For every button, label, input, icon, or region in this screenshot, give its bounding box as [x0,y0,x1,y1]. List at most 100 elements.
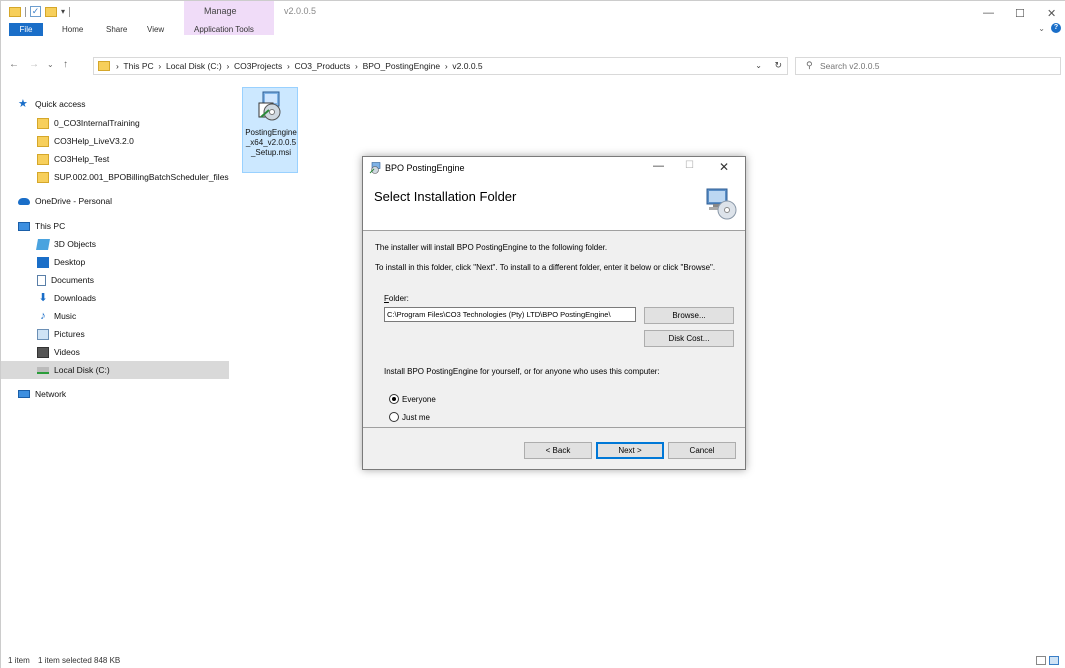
back-button[interactable]: < Back [524,442,592,459]
cancel-button[interactable]: Cancel [668,442,736,459]
radio-button[interactable] [389,412,399,422]
quick-access-toolbar: ✓ ▾ [9,6,71,17]
music-note-icon: ♪ [40,309,46,322]
nav-pictures[interactable]: Pictures [1,325,229,343]
nav-desktop[interactable]: Desktop [1,253,229,271]
folder-icon [98,61,110,71]
computer-disc-icon [706,188,737,220]
browse-button[interactable]: Browse... [644,307,734,324]
minimize-button[interactable]: — [983,7,994,19]
details-view-icon[interactable] [1036,656,1046,665]
folder-icon [9,6,21,17]
radio-button-selected[interactable] [389,394,399,404]
nav-label: Pictures [54,329,85,339]
nav-quick-item[interactable]: SUP.002.001_BPOBillingBatchScheduler_fil… [1,168,229,186]
nav-local-disk[interactable]: Local Disk (C:) [1,361,229,379]
up-arrow-icon[interactable]: ↑ [63,59,68,70]
address-history-icon[interactable]: ⌄ [755,61,762,70]
folder-path-input[interactable] [384,307,636,322]
dialog-title-bar: BPO PostingEngine — ☐ ✕ [363,157,745,179]
close-button[interactable]: ✕ [1047,7,1056,20]
tab-view[interactable]: View [147,23,164,36]
radio-everyone[interactable]: Everyone [389,393,436,405]
nav-quick-item[interactable]: CO3Help_Test [1,150,229,168]
search-input[interactable] [820,59,1050,73]
nav-quick-access[interactable]: ★ Quick access [1,95,229,113]
dialog-close-button[interactable]: ✕ [719,160,729,174]
file-item-selected[interactable]: PostingEngine_x64_v2.0.0.5_Setup.msi [242,87,298,173]
breadcrumb-separator: › [352,61,361,71]
nav-onedrive[interactable]: OneDrive - Personal [1,192,229,210]
maximize-button[interactable]: ☐ [1015,7,1025,20]
star-icon: ★ [18,97,28,110]
folder-label: Folder: [384,294,409,303]
nav-quick-item[interactable]: 0_CO3InternalTraining [1,114,229,132]
nav-quick-item[interactable]: CO3Help_LiveV3.2.0 [1,132,229,150]
ribbon-tabs: File Home Share View Application Tools ⌄… [1,23,1065,36]
help-icon[interactable]: ? [1051,23,1061,33]
refresh-icon[interactable]: ↻ [774,60,782,71]
download-arrow-icon: ⬇ [38,291,48,304]
nav-music[interactable]: ♪ Music [1,307,229,325]
forward-arrow-icon[interactable]: → [29,59,39,70]
tab-share[interactable]: Share [106,23,127,36]
breadcrumb-co3projects[interactable]: CO3Projects [234,61,282,71]
radio-label: Everyone [402,394,436,404]
address-bar[interactable]: › This PC › Local Disk (C:) › CO3Project… [93,57,788,75]
nav-3d-objects[interactable]: 3D Objects [1,235,229,253]
tab-application-tools[interactable]: Application Tools [194,23,254,36]
nav-network[interactable]: Network [1,385,229,403]
nav-label: Network [35,389,67,399]
installer-dialog: BPO PostingEngine — ☐ ✕ Select Installat… [362,156,746,470]
breadcrumb-separator: › [442,61,451,71]
separator [69,6,71,17]
manage-context-label: Manage [204,6,237,16]
breadcrumb-version[interactable]: v2.0.0.5 [452,61,482,71]
properties-icon[interactable]: ✓ [30,6,41,17]
dialog-minimize-button[interactable]: — [653,160,664,172]
dialog-maximize-button: ☐ [685,160,694,171]
view-switcher [1036,656,1059,665]
new-folder-icon[interactable] [45,6,57,17]
item-count: 1 item [8,656,30,665]
nav-videos[interactable]: Videos [1,343,229,361]
install-instructions-text: To install in this folder, click "Next".… [375,263,716,272]
customize-toolbar-icon[interactable]: ▾ [61,7,65,16]
disk-cost-button[interactable]: Disk Cost... [644,330,734,347]
nav-label: Local Disk (C:) [54,365,110,375]
separator [25,6,26,17]
tab-file[interactable]: File [9,23,43,36]
folder-icon [37,117,49,129]
installer-app-icon [369,162,381,174]
nav-label: 3D Objects [54,239,97,249]
pictures-icon [37,328,49,340]
breadcrumb-this-pc[interactable]: This PC [123,61,153,71]
nav-this-pc[interactable]: This PC [1,217,229,235]
nav-label: CO3Help_LiveV3.2.0 [54,136,134,146]
nav-label: Downloads [54,293,97,303]
breadcrumb-bpo-postingengine[interactable]: BPO_PostingEngine [363,61,441,71]
radio-just-me[interactable]: Just me [389,411,430,423]
breadcrumb-co3-products[interactable]: CO3_Products [295,61,351,71]
breadcrumb-separator: › [224,61,232,71]
folder-icon [37,135,49,147]
expand-ribbon-icon[interactable]: ⌄ [1038,24,1045,33]
videos-icon [37,346,49,358]
install-scope-text: Install BPO PostingEngine for yourself, … [384,367,660,376]
breadcrumb: › This PC › Local Disk (C:) › CO3Project… [116,61,483,71]
next-button[interactable]: Next > [596,442,664,459]
breadcrumb-separator: › [284,61,293,71]
search-box[interactable]: ⚲ [795,57,1061,75]
recent-locations-icon[interactable]: ⌄ [47,60,54,69]
back-arrow-icon[interactable]: ← [9,59,19,70]
nav-label: Music [54,311,77,321]
nav-label: 0_CO3InternalTraining [54,118,140,128]
breadcrumb-local-disk[interactable]: Local Disk (C:) [166,61,222,71]
large-icons-view-icon[interactable] [1049,656,1059,665]
network-icon [18,390,30,398]
nav-documents[interactable]: Documents [1,271,229,289]
documents-icon [37,274,46,286]
folder-icon [37,171,49,183]
tab-home[interactable]: Home [62,23,83,36]
nav-downloads[interactable]: ⬇ Downloads [1,289,229,307]
